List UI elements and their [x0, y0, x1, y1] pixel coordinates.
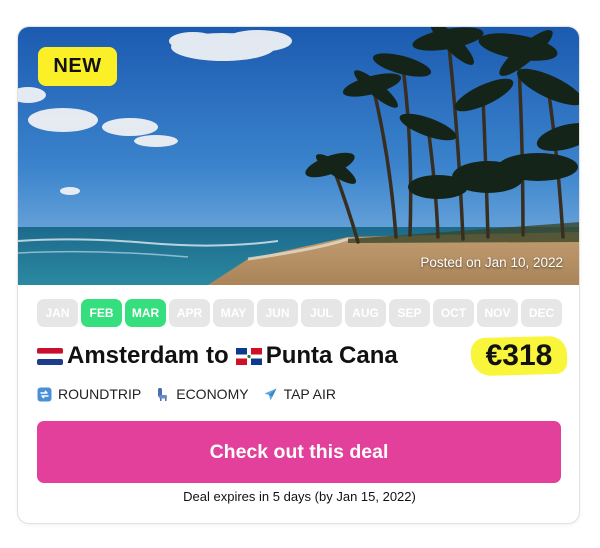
check-out-deal-button[interactable]: Check out this deal: [37, 421, 561, 483]
roundtrip-icon: [37, 387, 52, 401]
route-destination: Punta Cana: [265, 342, 398, 369]
month-jan[interactable]: JAN: [37, 299, 78, 327]
month-jun[interactable]: JUN: [257, 299, 298, 327]
price-tag: €318: [470, 335, 568, 377]
month-sep[interactable]: SEP: [389, 299, 430, 327]
route-title: Amsterdam to Punta Cana: [37, 341, 398, 371]
month-aug[interactable]: AUG: [345, 299, 386, 327]
month-feb[interactable]: FEB: [81, 299, 122, 327]
month-mar[interactable]: MAR: [125, 299, 166, 327]
deal-tags: ROUNDTRIP ECONOMY TAP AIR: [37, 386, 336, 402]
tag-economy-label: ECONOMY: [176, 386, 249, 402]
month-oct[interactable]: OCT: [433, 299, 474, 327]
month-may[interactable]: MAY: [213, 299, 254, 327]
price-value: €318: [485, 339, 553, 372]
month-dec[interactable]: DEC: [521, 299, 562, 327]
month-selector: JAN FEB MAR APR MAY JUN JUL AUG SEP OCT …: [37, 299, 562, 327]
seat-icon: [158, 387, 168, 401]
netherlands-flag-icon: [37, 347, 63, 365]
tag-roundtrip: ROUNDTRIP: [37, 386, 141, 402]
tag-airline-label: TAP AIR: [283, 386, 336, 402]
tag-roundtrip-label: ROUNDTRIP: [58, 386, 142, 402]
tag-airline: TAP AIR: [263, 386, 336, 402]
deal-expiry-text: Deal expires in 5 days (by Jan 15, 2022): [183, 489, 416, 504]
dominican-republic-flag-icon: [235, 347, 262, 365]
hero-image: NEW Posted on Jan 10, 2022: [18, 27, 579, 285]
route-origin: Amsterdam: [67, 342, 200, 369]
new-badge: NEW: [38, 47, 117, 86]
month-nov[interactable]: NOV: [477, 299, 518, 327]
month-apr[interactable]: APR: [169, 299, 210, 327]
airplane-icon: [264, 388, 277, 400]
posted-date: Posted on Jan 10, 2022: [420, 255, 563, 270]
tag-economy: ECONOMY: [155, 386, 249, 402]
route-connector: to: [206, 342, 229, 369]
month-jul[interactable]: JUL: [301, 299, 342, 327]
deal-card: NEW Posted on Jan 10, 2022 JAN FEB MAR A…: [17, 26, 580, 524]
